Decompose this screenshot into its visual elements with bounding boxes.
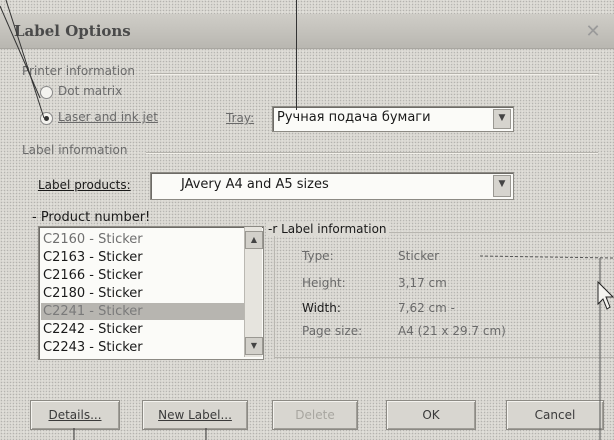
callout-overlay [0,0,614,440]
